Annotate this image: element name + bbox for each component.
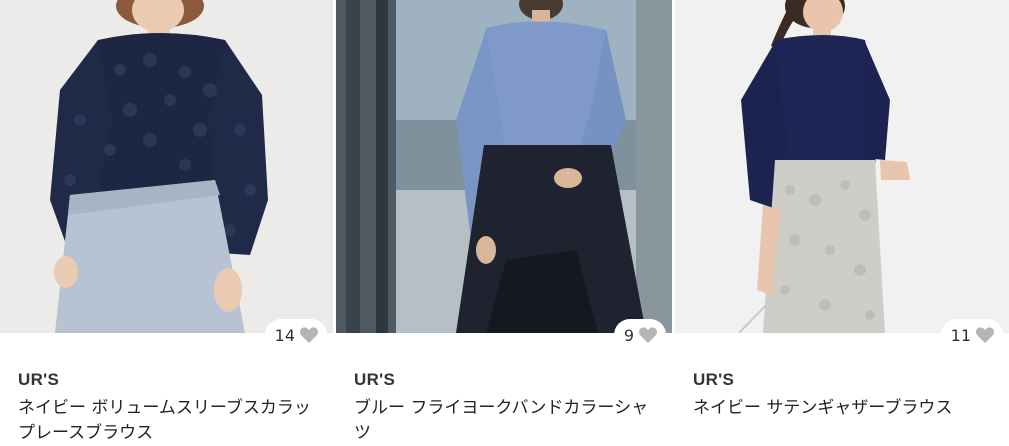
product-image[interactable] — [336, 0, 672, 333]
product-card[interactable]: 9 UR'S ブルー フライヨークバンドカラーシャツ — [336, 0, 672, 445]
heart-icon[interactable] — [299, 326, 319, 344]
product-name[interactable]: ネイビー ボリュームスリーブスカラップレースブラウス — [18, 396, 318, 446]
favorite-count[interactable]: 9 — [613, 319, 666, 351]
favorite-count[interactable]: 11 — [940, 319, 1003, 351]
heart-icon[interactable] — [638, 326, 658, 344]
heart-icon[interactable] — [975, 326, 995, 344]
product-name[interactable]: ブルー フライヨークバンドカラーシャツ — [354, 396, 654, 446]
like-count: 11 — [950, 325, 971, 345]
favorite-count[interactable]: 14 — [264, 319, 327, 351]
product-name[interactable]: ネイビー サテンギャザーブラウス — [693, 396, 993, 421]
like-count: 14 — [274, 325, 295, 345]
brand-name[interactable]: UR'S — [693, 370, 734, 390]
brand-name[interactable]: UR'S — [354, 370, 395, 390]
product-image[interactable] — [0, 0, 333, 333]
product-image[interactable] — [675, 0, 1009, 333]
like-count: 9 — [623, 325, 634, 345]
brand-name[interactable]: UR'S — [18, 370, 59, 390]
product-card[interactable]: 14 UR'S ネイビー ボリュームスリーブスカラップレースブラウス — [0, 0, 333, 445]
product-card[interactable]: 11 UR'S ネイビー サテンギャザーブラウス — [675, 0, 1009, 445]
product-grid: 14 UR'S ネイビー ボリュームスリーブスカラップレースブラウス 9 UR'… — [0, 0, 1009, 445]
